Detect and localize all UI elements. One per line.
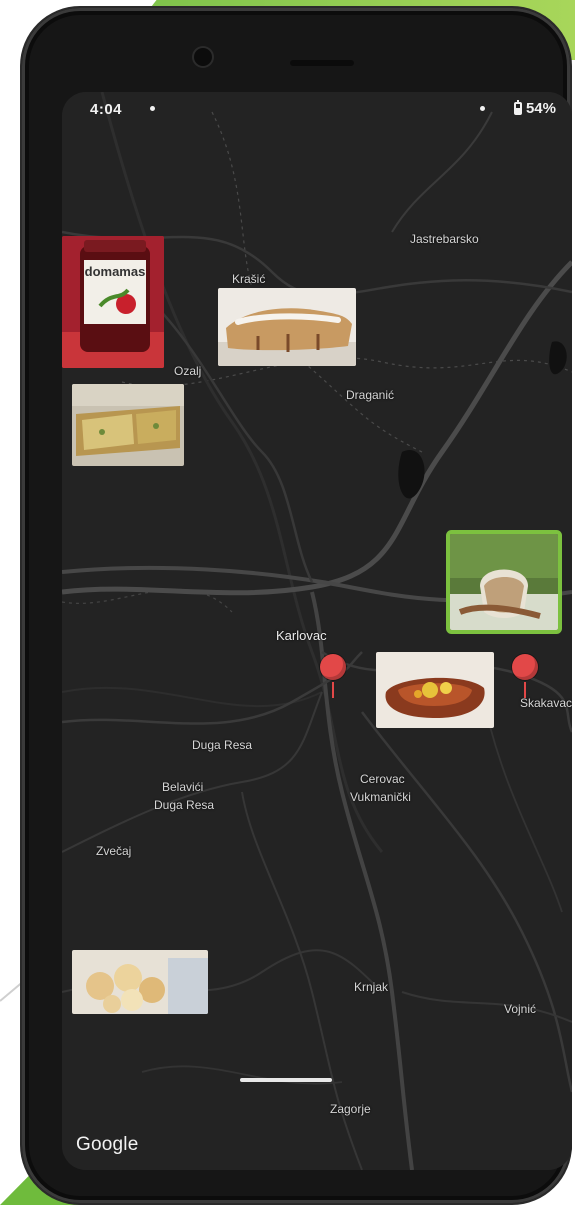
notification-dot [150, 106, 155, 111]
photo-marker-stuffed-bread[interactable] [376, 652, 494, 728]
place-label: Vukmanički [350, 790, 411, 804]
photo-marker-jam[interactable]: domamas [62, 236, 164, 368]
place-label: Draganić [346, 388, 395, 402]
place-label: Zvečaj [96, 844, 132, 858]
place-label: Krnjak [354, 980, 389, 994]
status-dot [480, 106, 485, 111]
place-label: Belavići [162, 780, 204, 794]
place-label: Krašić [232, 272, 266, 286]
battery-indicator: 54% [513, 100, 556, 117]
battery-percent: 54% [525, 100, 556, 117]
map-pin[interactable] [512, 654, 538, 680]
earpiece-speaker [290, 60, 354, 66]
front-camera [194, 48, 212, 66]
google-attribution: Google [76, 1134, 139, 1155]
photo-marker-pie[interactable] [72, 384, 184, 466]
place-label: Duga Resa [192, 738, 253, 752]
map-pin[interactable] [320, 654, 346, 680]
place-label: Jastrebarsko [410, 232, 479, 246]
place-label: Zagorje [330, 1102, 371, 1116]
place-label: Cerovac [360, 772, 405, 786]
place-label: Ozalj [174, 364, 202, 378]
place-label: Duga Resa [154, 798, 215, 812]
home-indicator[interactable] [240, 1078, 332, 1082]
battery-icon [513, 100, 522, 115]
phone-screen: 4:04 54% Jastrebarsko Krašić Ozalj Draga… [62, 92, 572, 1170]
status-bar: 4:04 54% [62, 92, 572, 128]
place-label-city: Karlovac [276, 628, 327, 643]
map-pin-stem [332, 682, 334, 698]
place-label: Vojnić [504, 1002, 537, 1016]
photo-marker-pastries[interactable] [72, 950, 208, 1014]
phone-frame: 4:04 54% Jastrebarsko Krašić Ozalj Draga… [22, 8, 572, 1203]
place-label: Skakavac [520, 696, 572, 710]
jam-label: domamas [85, 264, 146, 279]
photo-marker-dessert-selected[interactable] [450, 534, 558, 630]
status-time: 4:04 [90, 101, 123, 118]
photo-marker-strudel[interactable] [218, 288, 356, 366]
map-pin-stem [524, 682, 526, 698]
